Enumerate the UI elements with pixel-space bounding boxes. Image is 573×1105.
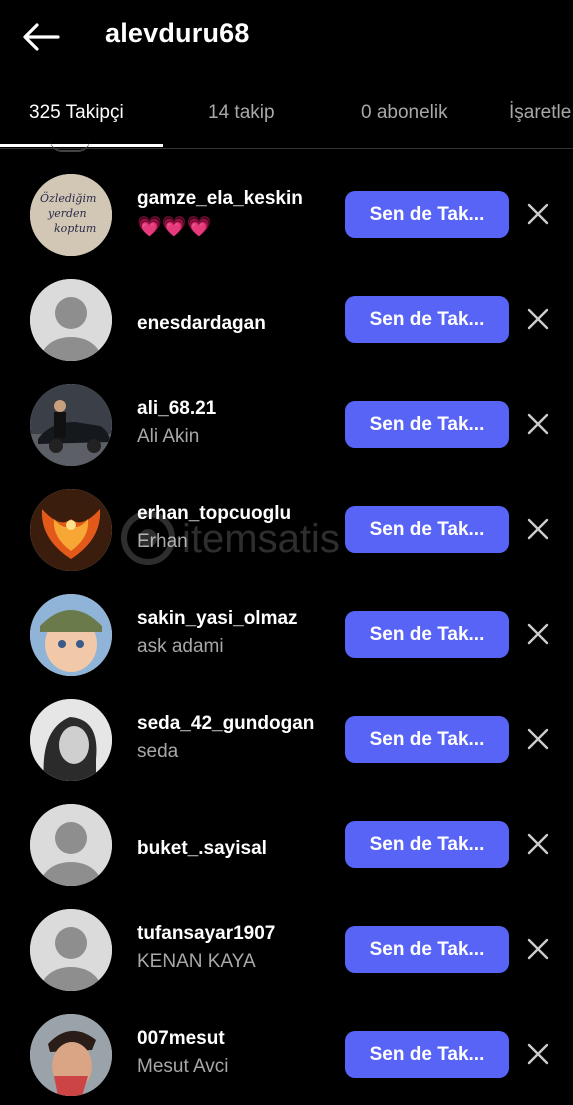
follower-username[interactable]: enesdardagan [137,313,266,335]
avatar[interactable]: Özlediğim yerden koptum [30,174,112,256]
follow-back-button[interactable]: Sen de Tak... [345,401,509,448]
list-item[interactable]: tufansayar1907 KENAN KAYA Sen de Tak... [0,895,573,1000]
close-icon[interactable] [526,202,550,226]
follower-fullname: seda [137,741,179,762]
follow-back-button[interactable]: Sen de Tak... [345,611,509,658]
tab-tagged[interactable]: İşaretle [509,102,571,124]
tab-followers[interactable]: 325 Takipçi [29,102,124,124]
follower-username[interactable]: ali_68.21 [137,398,216,420]
avatar[interactable] [30,909,112,991]
list-item[interactable]: seda_42_gundogan seda Sen de Tak... [0,685,573,790]
follower-username[interactable]: tufansayar1907 [137,923,275,945]
follower-username[interactable]: buket_.sayisal [137,838,267,860]
avatar[interactable] [30,384,112,466]
follow-back-button[interactable]: Sen de Tak... [345,716,509,763]
follower-fullname: Ali Akin [137,426,200,447]
watermark-logo: itemsatis [121,511,340,565]
follower-fullname: KENAN KAYA [137,951,256,972]
close-icon[interactable] [526,517,550,541]
follower-fullname: ask adami [137,636,224,657]
tab-subscriptions[interactable]: 0 abonelik [361,102,448,124]
close-icon[interactable] [526,622,550,646]
close-icon[interactable] [526,832,550,856]
avatar-text-line: Özlediğim [40,191,96,205]
avatar[interactable] [30,1014,112,1096]
list-item[interactable]: enesdardagan Sen de Tak... [0,265,573,370]
avatar-text-line: koptum [54,222,96,235]
follow-back-button[interactable]: Sen de Tak... [345,296,509,343]
list-item[interactable]: Özlediğim yerden koptum gamze_ela_keskin… [0,160,573,265]
avatar[interactable] [30,489,112,571]
follow-back-button[interactable]: Sen de Tak... [345,926,509,973]
tab-following[interactable]: 14 takip [208,102,275,124]
close-icon[interactable] [526,307,550,331]
avatar[interactable] [30,279,112,361]
list-item[interactable]: 007mesut Mesut Avci Sen de Tak... [0,1000,573,1105]
avatar[interactable] [30,594,112,676]
follow-back-button[interactable]: Sen de Tak... [345,1031,509,1078]
avatar[interactable] [30,699,112,781]
avatar-text-line: yerden [47,207,87,220]
avatar[interactable] [30,804,112,886]
scrolled-avatar-edge [50,140,90,152]
close-icon[interactable] [526,1042,550,1066]
top-bar: alevduru68 [0,0,573,72]
list-item[interactable]: ali_68.21 Ali Akin Sen de Tak... [0,370,573,475]
close-icon[interactable] [526,727,550,751]
list-item[interactable]: buket_.sayisal Sen de Tak... [0,790,573,895]
profile-username-title: alevduru68 [105,18,250,48]
follower-username[interactable]: sakin_yasi_olmaz [137,608,298,630]
close-icon[interactable] [526,937,550,961]
follower-username[interactable]: seda_42_gundogan [137,713,314,735]
follower-fullname: 💗💗💗 [137,216,212,238]
list-item[interactable]: sakin_yasi_olmaz ask adami Sen de Tak... [0,580,573,685]
follow-back-button[interactable]: Sen de Tak... [345,191,509,238]
watermark-text: itemsatis [182,517,340,561]
follow-back-button[interactable]: Sen de Tak... [345,821,509,868]
follower-fullname: Mesut Avci [137,1056,229,1077]
close-icon[interactable] [526,412,550,436]
follower-username[interactable]: 007mesut [137,1028,225,1050]
tab-bar: 325 Takipçi 14 takip 0 abonelik İşaretle [0,82,573,149]
arrow-left-icon[interactable] [20,20,60,54]
follower-username[interactable]: gamze_ela_keskin [137,188,303,210]
